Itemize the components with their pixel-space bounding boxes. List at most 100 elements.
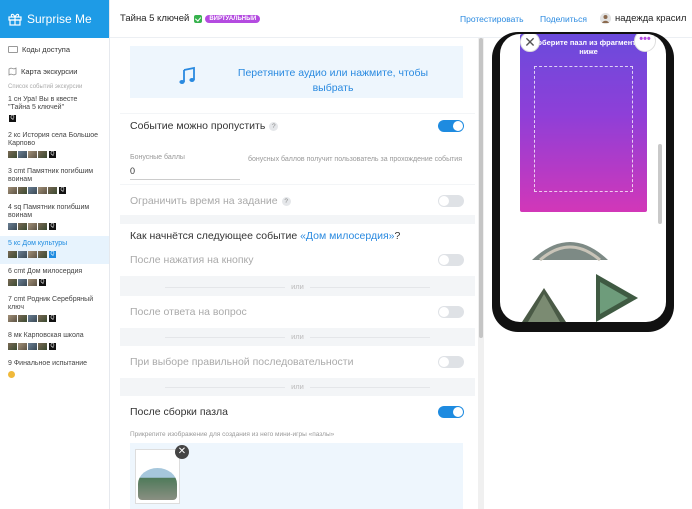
option-button-label: После нажатия на кнопку	[130, 254, 254, 266]
phone-preview: Соберите пазл из фрагментов ниже ✕ •••	[484, 32, 692, 509]
puzzle-card-title: Соберите пазл из фрагментов ниже	[531, 38, 646, 56]
option-puzzle-toggle[interactable]	[438, 406, 464, 418]
event-label: 2 кс История села Большое Карпово	[8, 132, 99, 147]
event-settings-form: Перетяните аудио или нажмите, чтобы выбр…	[120, 38, 475, 509]
next-event-link[interactable]: «Дом милосердия»	[300, 230, 394, 242]
event-label: 5 кс Дом культуры	[8, 240, 68, 247]
skippable-label: Событие можно пропустить?	[130, 120, 279, 132]
event-item-8[interactable]: 8 мк Карповская школа Q	[0, 328, 109, 356]
puzzle-card: Соберите пазл из фрагментов ниже	[520, 34, 647, 212]
sidebar-item-tour-map[interactable]: Карта экскурсии	[0, 62, 109, 80]
puzzle-piece-1[interactable]	[530, 230, 610, 266]
sidebar-item-label: Карта экскурсии	[21, 66, 78, 76]
question-prefix: Как начнётся следующее событие	[130, 230, 298, 242]
quest-badge-icon: Q	[59, 187, 66, 194]
quest-badge-icon: Q	[49, 315, 56, 322]
preview-scrollbar[interactable]	[658, 144, 662, 224]
event-item-6[interactable]: 6 cmt Дом милосердия Q	[0, 264, 109, 292]
time-limit-panel: Ограничить время на задание?	[120, 185, 475, 215]
or-divider: или	[120, 382, 475, 391]
event-label: 3 cmt Памятник погибшим воинам	[8, 168, 94, 183]
event-thumbnails: Q	[8, 343, 101, 350]
event-thumbnails: Q	[8, 223, 101, 230]
event-item-4[interactable]: 4 sq Памятник погибшим воинам Q	[0, 200, 109, 236]
time-limit-toggle[interactable]	[438, 195, 464, 207]
event-item-5[interactable]: 5 кс Дом культуры Q	[0, 236, 109, 264]
quest-badge-icon: Q	[49, 223, 56, 230]
music-note-icon	[179, 66, 195, 84]
next-event-question: Как начнётся следующее событие «Дом мило…	[130, 230, 400, 242]
sidebar-item-access-codes[interactable]: Коды доступа	[0, 40, 109, 58]
bonus-label: Бонусные баллы	[130, 154, 185, 161]
event-item-7[interactable]: 7 cmt Родник Серебряный ключ Q	[0, 292, 109, 328]
event-thumbnails: Q	[8, 187, 101, 194]
quest-badge-icon: Q	[49, 343, 56, 350]
app-root: Surprise Me Коды доступа Карта экскурсии…	[0, 0, 692, 509]
thumbnail-caption-lines	[139, 453, 177, 465]
quest-badge-icon: Q	[39, 279, 46, 286]
remove-image-button[interactable]: ✕	[175, 445, 189, 459]
keycode-icon	[8, 45, 18, 53]
event-label: 4 sq Памятник погибшим воинам	[8, 204, 90, 219]
event-label: 9 Финальное испытание	[8, 360, 88, 367]
option-sequence-panel: При выборе правильной последовательности	[120, 346, 475, 378]
time-limit-text: Ограничить время на задание	[130, 195, 278, 207]
puzzle-piece-3[interactable]	[592, 274, 638, 322]
more-icon[interactable]: •••	[634, 34, 656, 52]
event-thumbnails: Q	[8, 151, 101, 158]
brand-header[interactable]: Surprise Me	[0, 0, 109, 38]
phone-frame: Соберите пазл из фрагментов ниже ✕ •••	[492, 32, 674, 332]
attach-note: Прикрепите изображение для создания из н…	[130, 431, 335, 438]
option-sequence-toggle[interactable]	[438, 356, 464, 368]
events-section-label: Список событий экскурсии	[8, 84, 83, 90]
puzzle-image-thumbnail[interactable]	[135, 449, 180, 504]
event-label: 7 cmt Родник Серебряный ключ	[8, 296, 94, 311]
or-divider: или	[120, 282, 475, 291]
phone-screen: Соберите пазл из фрагментов ниже ✕ •••	[500, 34, 666, 322]
option-answer-label: После ответа на вопрос	[130, 306, 247, 318]
map-icon	[8, 66, 17, 76]
option-answer-panel: После ответа на вопрос	[120, 296, 475, 328]
event-item-9[interactable]: 9 Финальное испытание	[0, 356, 109, 384]
event-label: 8 мк Карповская школа	[8, 332, 84, 339]
option-puzzle-label: После сборки пазла	[130, 406, 228, 418]
event-item-2[interactable]: 2 кс История села Большое Карпово Q	[0, 128, 109, 164]
dropzone-text: Перетяните аудио или нажмите, чтобы выбр…	[237, 67, 429, 94]
sidebar-item-label: Коды доступа	[22, 44, 71, 54]
time-limit-label: Ограничить время на задание?	[130, 195, 291, 207]
user-name[interactable]: надежда красил	[615, 13, 686, 24]
event-thumbnails: Q	[8, 279, 101, 286]
test-link[interactable]: Протестировать	[460, 14, 524, 24]
event-thumbnails: Q	[8, 315, 101, 322]
event-thumbnails: Q	[8, 251, 101, 258]
event-label: 1 сн Ура! Вы в квесте "Тайна 5 ключей"	[8, 96, 78, 111]
event-item-3[interactable]: 3 cmt Памятник погибшим воинам Q	[0, 164, 109, 200]
user-avatar-icon[interactable]	[600, 13, 611, 24]
quest-badge-icon: Q	[49, 151, 56, 158]
published-check-icon	[194, 14, 203, 23]
brand-name: Surprise Me	[27, 12, 92, 26]
gift-icon	[8, 13, 22, 26]
bonus-points-input[interactable]: 0	[130, 166, 240, 180]
help-icon[interactable]: ?	[281, 196, 291, 206]
skippable-toggle[interactable]	[438, 120, 464, 132]
quest-badge-icon: Q	[9, 115, 16, 122]
sidebar: Surprise Me Коды доступа Карта экскурсии…	[0, 0, 110, 509]
help-icon[interactable]: ?	[269, 121, 279, 131]
next-event-panel: Как начнётся следующее событие «Дом мило…	[120, 224, 475, 276]
puzzle-piece-2[interactable]	[522, 288, 566, 322]
photo-preview	[138, 468, 177, 500]
event-item-1[interactable]: 1 сн Ура! Вы в квесте "Тайна 5 ключей" Q	[0, 92, 109, 128]
audio-panel: Перетяните аудио или нажмите, чтобы выбр…	[120, 38, 475, 113]
question-suffix: ?	[394, 230, 401, 242]
puzzle-drop-zone[interactable]	[534, 66, 633, 192]
bonus-description: бонусных баллов получит пользователь за …	[248, 156, 463, 163]
event-label: 6 cmt Дом милосердия	[8, 268, 83, 275]
audio-dropzone[interactable]: Перетяните аудио или нажмите, чтобы выбр…	[130, 46, 463, 98]
coin-icon	[8, 371, 15, 378]
option-answer-toggle[interactable]	[438, 306, 464, 318]
quest-title: Тайна 5 ключей	[120, 13, 190, 24]
option-button-toggle[interactable]	[438, 254, 464, 266]
share-link[interactable]: Поделиться	[540, 14, 587, 24]
puzzle-image-dropzone[interactable]: ✕	[130, 443, 463, 509]
